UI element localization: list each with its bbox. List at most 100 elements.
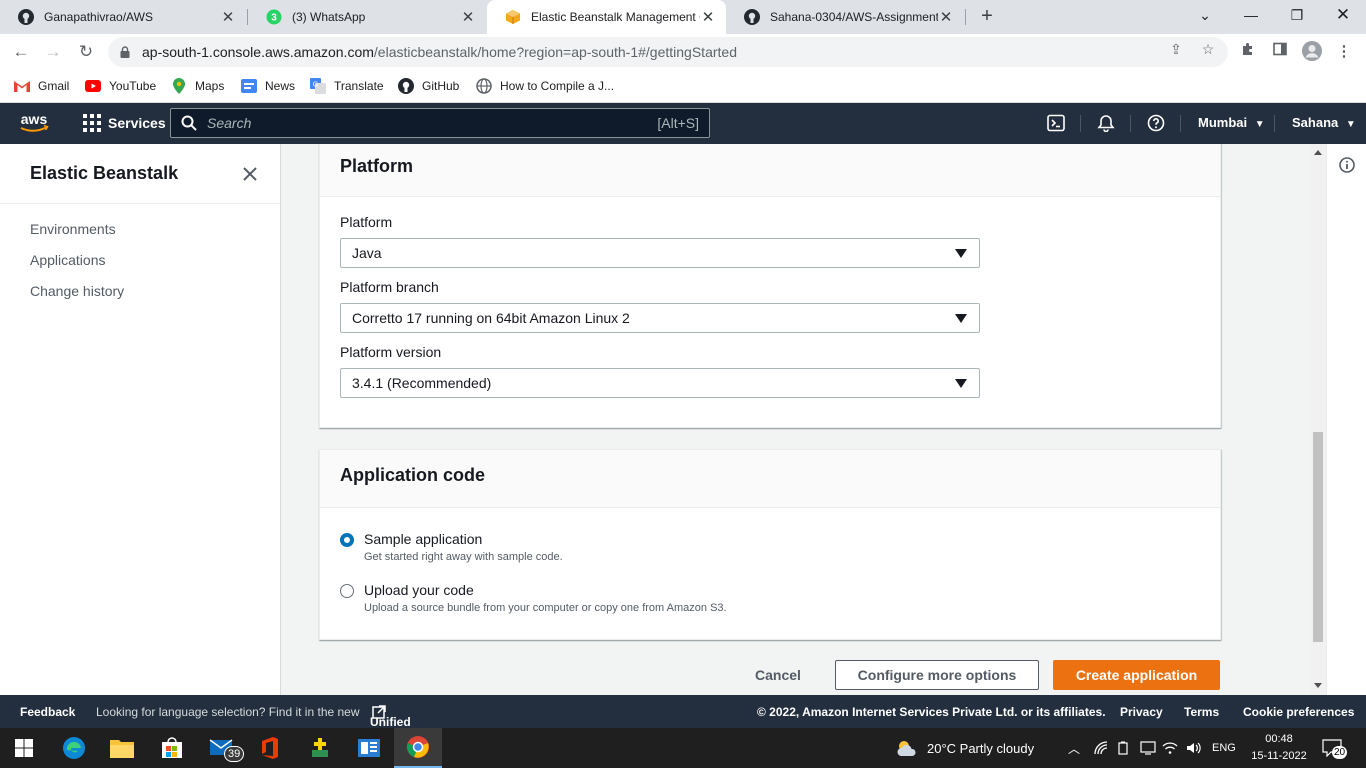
info-icon[interactable] (1339, 157, 1355, 173)
new-tab-button[interactable]: + (976, 5, 998, 27)
aws-search-input[interactable]: Search [Alt+S] (170, 108, 710, 138)
profile-avatar[interactable] (1301, 40, 1323, 62)
platform-value: Java (352, 245, 382, 261)
url-path: /elasticbeanstalk/home?region=ap-south-1… (373, 44, 737, 60)
mail-icon[interactable]: 39 (198, 728, 246, 768)
cookie-preferences-link[interactable]: Cookie preferences (1243, 705, 1354, 719)
url-host: ap-south-1.console.aws.amazon.com (142, 44, 374, 60)
upload-code-radio[interactable] (340, 584, 354, 598)
address-bar[interactable]: ap-south-1.console.aws.amazon.com/elasti… (108, 37, 1228, 67)
system-clock[interactable]: 00:48 15-11-2022 (1244, 731, 1314, 765)
back-arrow-icon[interactable]: ← (8, 39, 34, 65)
bookmark-gmail[interactable]: Gmail (14, 77, 69, 95)
minimize-icon[interactable]: — (1228, 0, 1274, 30)
restore-icon[interactable]: ❐ (1274, 0, 1320, 30)
platform-panel-heading: Platform (320, 144, 1220, 197)
tab-title: Ganapathivrao/AWS (44, 10, 153, 24)
chrome-menu-icon[interactable]: ⋮ (1333, 41, 1355, 63)
nav-divider (1130, 115, 1131, 132)
create-application-button[interactable]: Create application (1053, 660, 1220, 690)
close-tab-icon[interactable]: ✕ (220, 9, 236, 26)
notifications-bell-icon[interactable] (1097, 114, 1115, 132)
tab-search-chevron-icon[interactable]: ⌄ (1182, 0, 1228, 30)
bookmark-maps[interactable]: Maps (171, 77, 224, 95)
windows-start-icon[interactable] (0, 728, 48, 768)
input-language-indicator[interactable]: ENG (1212, 728, 1236, 768)
feedback-link[interactable]: Feedback (20, 705, 75, 719)
bookmark-label: News (265, 79, 296, 93)
bookmark-youtube[interactable]: YouTube (85, 77, 156, 95)
platform-version-select[interactable]: 3.4.1 (Recommended) (340, 368, 980, 398)
news-app-icon[interactable] (345, 728, 393, 768)
cloudshell-icon[interactable] (1047, 114, 1065, 132)
close-icon[interactable] (241, 165, 259, 183)
services-menu-button[interactable]: Services (83, 114, 166, 132)
microsoft-store-icon[interactable] (148, 728, 196, 768)
privacy-link[interactable]: Privacy (1120, 705, 1163, 719)
tab-github-sahana[interactable]: Sahana-0304/AWS-Assignment ✕ (726, 0, 964, 34)
news-icon (241, 78, 257, 94)
bookmark-news[interactable]: News (241, 77, 295, 95)
side-panel-icon[interactable] (1269, 41, 1291, 63)
notification-center-icon[interactable]: 20 (1322, 728, 1348, 768)
main-scrollbar[interactable] (1310, 144, 1326, 695)
help-icon[interactable] (1147, 114, 1165, 132)
tab-github-ganapathivrao[interactable]: Ganapathivrao/AWS ✕ (0, 0, 246, 34)
volume-icon[interactable] (1186, 728, 1202, 768)
tray-overflow-chevron-icon[interactable]: ︿ (1068, 728, 1080, 768)
terms-link[interactable]: Terms (1184, 705, 1219, 719)
weather-widget[interactable]: 20°C Partly cloudy (895, 728, 1034, 768)
sample-application-option[interactable]: Sample application Get started right awa… (340, 531, 563, 563)
forward-arrow-icon[interactable]: → (40, 39, 66, 65)
search-icon (181, 115, 197, 131)
lock-icon[interactable] (118, 45, 132, 59)
close-tab-icon[interactable]: ✕ (700, 9, 716, 26)
platform-select[interactable]: Java (340, 238, 980, 268)
close-tab-icon[interactable]: ✕ (460, 9, 476, 26)
file-explorer-icon[interactable] (98, 728, 146, 768)
sidebar-item-change-history[interactable]: Change history (30, 283, 124, 299)
close-tab-icon[interactable]: ✕ (938, 9, 954, 26)
sidebar-item-applications[interactable]: Applications (30, 252, 106, 268)
unified-settings-link[interactable]: Unified Settings (370, 705, 417, 743)
bookmark-github[interactable]: GitHub (398, 77, 459, 95)
network-icon[interactable] (1094, 728, 1108, 768)
tab-whatsapp[interactable]: 3 (3) WhatsApp ✕ (248, 0, 486, 34)
bookmark-translate[interactable]: G Translate (310, 77, 384, 95)
sample-application-radio[interactable] (340, 533, 354, 547)
upload-code-option[interactable]: Upload your code Upload a source bundle … (340, 582, 727, 614)
region-selector[interactable]: Mumbai ▼ (1198, 115, 1265, 130)
reload-icon[interactable]: ↻ (73, 39, 99, 65)
app-launcher-icon[interactable] (296, 728, 344, 768)
caret-down-icon (955, 379, 967, 388)
share-icon[interactable]: ⇪ (1168, 41, 1184, 57)
tools-rail (1326, 144, 1366, 695)
search-shortcut-hint: [Alt+S] (657, 115, 699, 131)
scroll-up-icon[interactable] (1314, 150, 1322, 155)
side-nav-title[interactable]: Elastic Beanstalk (30, 163, 178, 184)
chrome-taskbar-icon[interactable] (394, 728, 442, 768)
account-menu[interactable]: Sahana ▼ (1292, 115, 1356, 130)
configure-more-options-button[interactable]: Configure more options (835, 660, 1039, 690)
window-close-icon[interactable]: ✕ (1320, 0, 1366, 30)
bookmark-star-icon[interactable]: ☆ (1200, 41, 1216, 57)
extensions-puzzle-icon[interactable] (1237, 41, 1259, 63)
sidebar-item-environments[interactable]: Environments (30, 221, 116, 237)
aws-logo[interactable]: aws (18, 111, 50, 135)
bookmark-how-to-compile[interactable]: How to Compile a J... (476, 77, 614, 95)
office-icon[interactable] (246, 728, 294, 768)
gmail-icon (14, 78, 30, 94)
aws-cube-icon (505, 9, 521, 25)
maps-pin-icon (171, 78, 187, 94)
edge-icon[interactable] (50, 728, 98, 768)
wifi-icon[interactable] (1162, 728, 1178, 768)
scroll-down-icon[interactable] (1314, 683, 1322, 688)
display-icon[interactable] (1140, 728, 1156, 768)
scrollbar-thumb[interactable] (1313, 432, 1323, 642)
application-code-panel: Application code Sample application Get … (319, 449, 1221, 640)
platform-branch-select[interactable]: Corretto 17 running on 64bit Amazon Linu… (340, 303, 980, 333)
battery-icon[interactable] (1116, 728, 1130, 768)
cancel-button[interactable]: Cancel (743, 660, 813, 690)
nav-divider (1080, 115, 1081, 132)
tab-elastic-beanstalk[interactable]: Elastic Beanstalk Management Co ✕ (487, 0, 726, 34)
